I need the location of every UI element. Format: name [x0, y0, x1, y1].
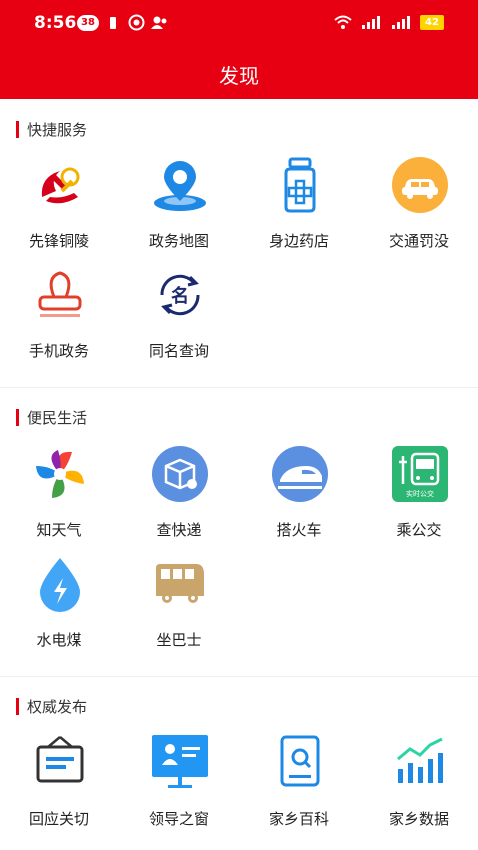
- tile-traffic-fines[interactable]: 交通罚没: [369, 157, 469, 257]
- tile-label: 身边药店: [268, 232, 329, 250]
- tile-hometown-data[interactable]: 家乡数据: [369, 735, 469, 835]
- tile-xianfeng-tongling[interactable]: 先锋铜陵: [9, 157, 109, 257]
- tile-label: 水电煤: [36, 631, 82, 649]
- signal-icon: [360, 15, 384, 30]
- tile-bus[interactable]: 实时公交 乘公交: [369, 446, 469, 546]
- section-marker: [16, 121, 19, 138]
- tile-coach-bus[interactable]: 坐巴士: [129, 556, 229, 656]
- tile-label: 查快递: [156, 521, 202, 539]
- tile-government-map[interactable]: 政务地图: [129, 157, 229, 257]
- tile-label: 坐巴士: [156, 631, 202, 649]
- stamp-icon: [32, 267, 88, 323]
- section-convenience-life: 便民生活 知天气 查快递 搭火车 实时公交 乘公交 水电煤 坐巴士: [0, 388, 478, 676]
- utility-drop-icon: [32, 556, 88, 612]
- tile-label: 同名查询: [148, 342, 209, 360]
- encyclopedia-icon: [272, 735, 328, 791]
- map-pin-icon: [152, 157, 208, 213]
- tile-label: 家乡百科: [268, 810, 329, 828]
- bus-icon: 实时公交: [392, 446, 448, 502]
- top-bar: 8:56 38 42 发现: [0, 0, 478, 99]
- tile-label: 交通罚没: [388, 232, 449, 250]
- leader-window-icon: [152, 735, 208, 791]
- name-search-icon: 名: [152, 267, 208, 323]
- bus-icon-text: 实时公交: [406, 489, 434, 498]
- notice-board-icon: [32, 735, 88, 791]
- tile-utilities[interactable]: 水电煤: [9, 556, 109, 656]
- section-quick-services: 快捷服务 先锋铜陵 政务地图 身边药店 交通罚没 手机政务 名 同名查询: [0, 99, 478, 387]
- tile-nearby-pharmacy[interactable]: 身边药店: [249, 157, 349, 257]
- tile-label: 领导之窗: [148, 810, 209, 828]
- status-bar: 8:56 38 42: [0, 0, 478, 46]
- tile-label: 政务地图: [148, 232, 209, 250]
- tile-train[interactable]: 搭火车: [249, 446, 349, 546]
- page-title: 发现: [219, 64, 259, 88]
- data-chart-icon: [392, 735, 448, 791]
- tile-label: 回应关切: [28, 810, 89, 828]
- tile-mobile-government[interactable]: 手机政务: [9, 267, 109, 367]
- section-marker: [16, 409, 19, 426]
- tile-label: 乘公交: [396, 521, 442, 539]
- weather-pinwheel-icon: [32, 446, 88, 502]
- section-title: 快捷服务: [27, 121, 88, 139]
- wifi-icon: [333, 14, 353, 30]
- tile-hometown-encyclopedia[interactable]: 家乡百科: [249, 735, 349, 835]
- tile-respond-concerns[interactable]: 回应关切: [9, 735, 109, 835]
- notification-badge: 38: [77, 15, 99, 31]
- section-title: 便民生活: [27, 409, 88, 427]
- tile-weather[interactable]: 知天气: [9, 446, 109, 546]
- tile-leader-window[interactable]: 领导之窗: [129, 735, 229, 835]
- tile-label: 手机政务: [28, 342, 89, 360]
- section-marker: [16, 698, 19, 715]
- car-icon: [392, 157, 448, 213]
- section-authoritative-release: 权威发布 回应关切 领导之窗 家乡百科 家乡数据: [0, 677, 478, 850]
- tile-same-name-query[interactable]: 名 同名查询: [129, 267, 229, 367]
- record-icon: [128, 14, 145, 31]
- party-emblem-icon: [32, 157, 88, 213]
- battery-icon: 42: [420, 15, 444, 30]
- pharmacy-bottle-icon: [272, 157, 328, 213]
- section-title: 权威发布: [27, 698, 88, 716]
- coach-bus-icon: [152, 556, 208, 612]
- contacts-icon: [150, 15, 170, 30]
- train-icon: [272, 446, 328, 502]
- signal-icon-2: [390, 15, 414, 30]
- tile-express-delivery[interactable]: 查快递: [129, 446, 229, 546]
- tile-label: 搭火车: [276, 521, 322, 539]
- parcel-icon: [152, 446, 208, 502]
- tile-label: 先锋铜陵: [28, 232, 89, 250]
- status-time: 8:56: [34, 13, 77, 33]
- tile-label: 知天气: [36, 521, 82, 539]
- sim-icon: [109, 16, 117, 30]
- svg-text:名: 名: [171, 285, 189, 307]
- tile-label: 家乡数据: [388, 810, 449, 828]
